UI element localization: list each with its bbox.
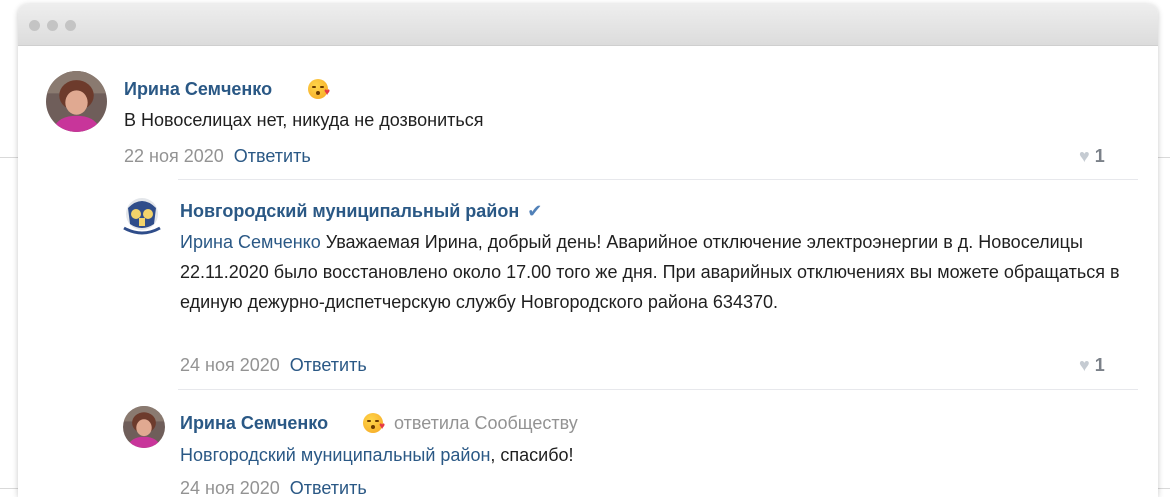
comment-divider xyxy=(178,389,1138,390)
comment-date[interactable]: 24 ноя 2020 xyxy=(180,355,280,375)
like-button[interactable]: ♥ 1 xyxy=(1079,146,1105,167)
reply-button[interactable]: Ответить xyxy=(290,355,367,375)
window-minimize-dot[interactable] xyxy=(47,20,58,31)
comment-author[interactable]: Ирина Семченко xyxy=(180,413,328,434)
window-close-dot[interactable] xyxy=(29,20,40,31)
mention-link[interactable]: Ирина Семченко xyxy=(180,232,321,252)
comment-divider xyxy=(178,179,1138,180)
kissing-face-emoji-icon: ♥ xyxy=(308,79,330,99)
page-edge-line-right-bottom xyxy=(1158,488,1170,489)
like-button[interactable]: ♥ 1 xyxy=(1079,355,1105,376)
heart-icon: ♥ xyxy=(1079,355,1090,375)
community-author[interactable]: Новгородский муниципальный район ✔ xyxy=(180,201,542,222)
comment-text: В Новоселицах нет, никуда не дозвониться xyxy=(124,110,484,130)
heart-icon: ♥ xyxy=(1079,146,1090,166)
reply-button[interactable]: Ответить xyxy=(234,146,311,166)
comment-meta: 24 ноя 2020 Ответить xyxy=(180,355,367,376)
comment-meta: 22 ноя 2020 Ответить xyxy=(124,146,311,167)
page-edge-line-left xyxy=(0,157,18,158)
comment-date[interactable]: 22 ноя 2020 xyxy=(124,146,224,166)
browser-window: Ирина Семченко ♥ В Новоселицах нет, нику… xyxy=(18,4,1158,497)
window-titlebar xyxy=(18,4,1158,46)
checkmark-icon: ✔ xyxy=(527,201,543,221)
avatar[interactable] xyxy=(46,71,107,132)
window-maximize-dot[interactable] xyxy=(65,20,76,31)
reply-button[interactable]: Ответить xyxy=(290,478,367,497)
comment-author[interactable]: Ирина Семченко xyxy=(124,79,272,100)
page-edge-line-left-bottom xyxy=(0,488,18,489)
like-count: 1 xyxy=(1094,146,1105,166)
comment-text: Ирина Семченко Уважаемая Ирина, добрый д… xyxy=(180,232,1120,312)
mention-link[interactable]: Новгородский муниципальный район xyxy=(180,445,490,465)
community-avatar[interactable] xyxy=(120,194,164,238)
comment-text: Новгородский муниципальный район, спасиб… xyxy=(180,445,574,465)
like-count: 1 xyxy=(1094,355,1105,375)
replied-to-label: ответила Сообществу xyxy=(394,413,578,433)
page-edge-line-right xyxy=(1158,157,1170,158)
kissing-face-emoji-icon: ♥ xyxy=(363,413,385,433)
comment-date[interactable]: 24 ноя 2020 xyxy=(180,478,280,497)
comment-meta: 24 ноя 2020 Ответить xyxy=(180,478,367,497)
avatar[interactable] xyxy=(123,406,165,448)
